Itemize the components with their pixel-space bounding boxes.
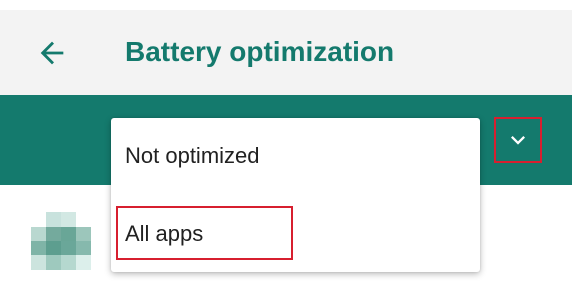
dropdown-menu: Not optimized All apps <box>111 118 480 272</box>
page-title: Battery optimization <box>125 36 395 67</box>
top-cropped-strip <box>0 0 572 10</box>
chevron-down-icon <box>511 136 525 145</box>
dropdown-toggle-button[interactable] <box>494 117 542 163</box>
arrow-left-icon <box>40 41 64 65</box>
app-toolbar: Battery optimization <box>0 10 572 95</box>
back-button[interactable] <box>30 31 74 75</box>
menu-item-not-optimized[interactable]: Not optimized <box>111 126 480 186</box>
battery-optimization-screen: Battery optimization Not optimized All a… <box>0 0 572 283</box>
pixelated-app-icon <box>31 212 91 270</box>
menu-item-all-apps[interactable]: All apps <box>111 204 480 264</box>
